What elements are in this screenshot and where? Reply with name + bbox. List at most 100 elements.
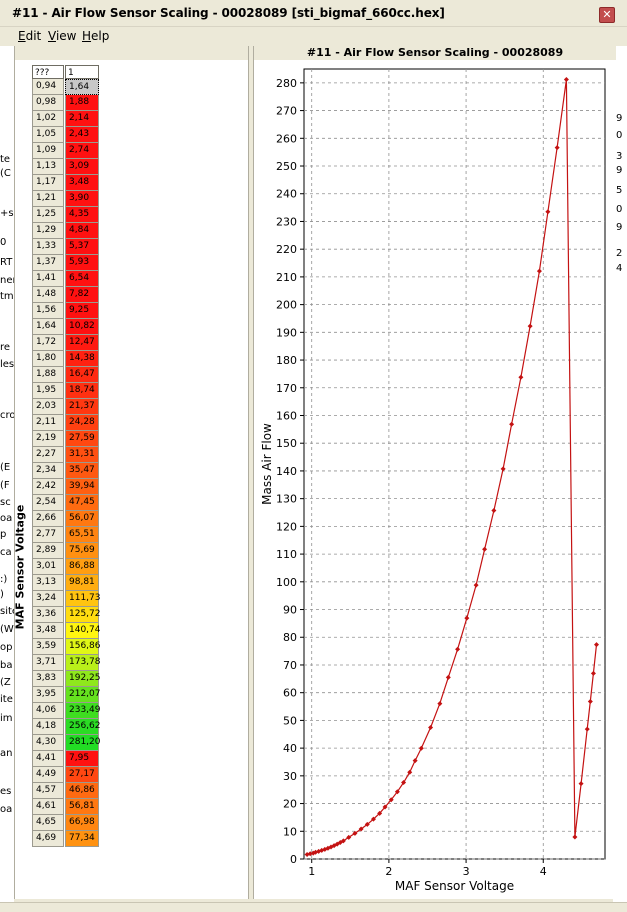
table-cell-voltage: 3,13	[32, 575, 64, 591]
table-pane: MAF Sensor Voltage ??? 1 gram 0,941,640,…	[14, 46, 249, 899]
table-cell-airflow[interactable]: 140,74	[65, 623, 101, 639]
table-cell-airflow[interactable]: 18,74	[65, 383, 99, 399]
table-cell-airflow[interactable]: 4,35	[65, 207, 99, 223]
table-cell-airflow[interactable]: 3,09	[65, 159, 99, 175]
table-cell-voltage: 4,69	[32, 831, 64, 847]
menu-view[interactable]: View	[48, 29, 76, 43]
y-tick-label: 100	[276, 576, 297, 589]
table-cell-airflow[interactable]: 111,73	[65, 591, 101, 607]
table-cell-voltage: 1,64	[32, 319, 64, 335]
table-cell-airflow[interactable]: 156,86	[65, 639, 101, 655]
table-cell-airflow[interactable]: 192,25	[65, 671, 101, 687]
table-cell-airflow[interactable]: 7,95	[65, 751, 99, 767]
table-cell-airflow[interactable]: 21,37	[65, 399, 99, 415]
table-cell-airflow[interactable]: 77,34	[65, 831, 99, 847]
table-cell-airflow[interactable]: 27,17	[65, 767, 99, 783]
table-cell-airflow[interactable]: 3,90	[65, 191, 99, 207]
table-cell-airflow[interactable]: 256,62	[65, 719, 101, 735]
table-cell-airflow[interactable]: 46,86	[65, 783, 99, 799]
table-cell-airflow[interactable]: 10,82	[65, 319, 99, 335]
menu-help[interactable]: Help	[82, 29, 109, 43]
background-text-fragment: cro	[0, 410, 14, 421]
table-cell-airflow[interactable]: 281,20	[65, 735, 101, 751]
table-cell-voltage: 1,25	[32, 207, 64, 223]
table-cell-voltage: 4,65	[32, 815, 64, 831]
table-cell-voltage: 4,30	[32, 735, 64, 751]
background-text-fragment: 0	[616, 204, 623, 215]
table-cell-airflow[interactable]: 6,54	[65, 271, 99, 287]
background-text-fragment: an	[0, 748, 13, 759]
x-tick-label: 3	[463, 865, 470, 878]
table-cell-airflow[interactable]: 2,43	[65, 127, 99, 143]
table-cell-airflow[interactable]: 212,07	[65, 687, 101, 703]
y-tick-label: 220	[276, 243, 297, 256]
table-cell-voltage: 3,24	[32, 591, 64, 607]
table-cell-airflow[interactable]: 125,72	[65, 607, 101, 623]
background-text-fragment: im	[0, 713, 13, 724]
table-cell-airflow[interactable]: 56,81	[65, 799, 99, 815]
x-tick-label: 4	[540, 865, 547, 878]
table-cell-airflow[interactable]: 173,78	[65, 655, 101, 671]
background-text-fragment: (W	[0, 624, 14, 635]
y-tick-label: 70	[283, 659, 297, 672]
table-cell-voltage: 2,19	[32, 431, 64, 447]
y-tick-label: 130	[276, 493, 297, 506]
y-tick-label: 60	[283, 687, 297, 700]
table-cell-voltage: 2,66	[32, 511, 64, 527]
table-cell-airflow[interactable]: 24,28	[65, 415, 99, 431]
background-text-fragment: (F	[0, 480, 10, 491]
y-tick-label: 90	[283, 604, 297, 617]
table-cell-airflow[interactable]: 66,98	[65, 815, 99, 831]
column-header-unit: 1 gram	[65, 65, 99, 92]
table-cell-airflow[interactable]: 14,38	[65, 351, 99, 367]
table-cell-airflow[interactable]: 31,31	[65, 447, 99, 463]
table-cell-airflow[interactable]: 16,47	[65, 367, 99, 383]
table-cell-voltage: 1,05	[32, 127, 64, 143]
table-cell-voltage: 4,61	[32, 799, 64, 815]
table-cell-airflow[interactable]: 65,51	[65, 527, 99, 543]
y-tick-label: 20	[283, 798, 297, 811]
close-icon[interactable]: ✕	[599, 7, 615, 23]
table-cell-airflow[interactable]: 27,59	[65, 431, 99, 447]
background-text-fragment: ca	[0, 547, 12, 558]
table-cell-voltage: 0,98	[32, 95, 64, 111]
table-cell-airflow[interactable]: 3,48	[65, 175, 99, 191]
table-cell-airflow[interactable]: 86,88	[65, 559, 99, 575]
y-tick-label: 160	[276, 409, 297, 422]
y-tick-label: 250	[276, 160, 297, 173]
table-cell-airflow[interactable]: 12,47	[65, 335, 99, 351]
menu-edit[interactable]: Edit	[18, 29, 41, 43]
chart-pane: #11 - Air Flow Sensor Scaling - 00028089…	[253, 46, 616, 899]
table-cell-airflow[interactable]: 5,37	[65, 239, 99, 255]
background-text-fragment: 0	[0, 237, 7, 248]
table-cell-voltage: 2,27	[32, 447, 64, 463]
table-cell-airflow[interactable]: 233,49	[65, 703, 101, 719]
table-cell-airflow[interactable]: 39,94	[65, 479, 99, 495]
table-cell-airflow[interactable]: 98,81	[65, 575, 99, 591]
table-cell-voltage: 1,02	[32, 111, 64, 127]
table-cell-airflow[interactable]: 2,14	[65, 111, 99, 127]
table-cell-airflow[interactable]: 75,69	[65, 543, 99, 559]
background-text-fragment: ba	[0, 660, 13, 671]
y-tick-label: 120	[276, 520, 297, 533]
table-cell-airflow[interactable]: 56,07	[65, 511, 99, 527]
y-tick-label: 210	[276, 271, 297, 284]
table-cell-airflow[interactable]: 9,25	[65, 303, 99, 319]
background-text-fragment: re	[0, 342, 11, 353]
y-tick-label: 110	[276, 548, 297, 561]
background-text-fragment: 0	[616, 130, 623, 141]
table-cell-airflow[interactable]: 7,82	[65, 287, 99, 303]
table-cell-airflow[interactable]: 1,88	[65, 95, 99, 111]
background-text-fragment: oa	[0, 804, 13, 815]
table-cell-airflow[interactable]: 5,93	[65, 255, 99, 271]
table-cell-voltage: 3,59	[32, 639, 64, 655]
table-cell-airflow[interactable]: 35,47	[65, 463, 99, 479]
table-cell-airflow[interactable]: 2,74	[65, 143, 99, 159]
y-tick-label: 270	[276, 105, 297, 118]
table-cell-voltage: 2,34	[32, 463, 64, 479]
table-cell-airflow[interactable]: 4,84	[65, 223, 99, 239]
table-cell-airflow[interactable]: 47,45	[65, 495, 99, 511]
background-text-fragment: les	[0, 359, 14, 370]
x-tick-label: 2	[385, 865, 392, 878]
table-cell-airflow[interactable]: 1,64	[65, 79, 99, 95]
